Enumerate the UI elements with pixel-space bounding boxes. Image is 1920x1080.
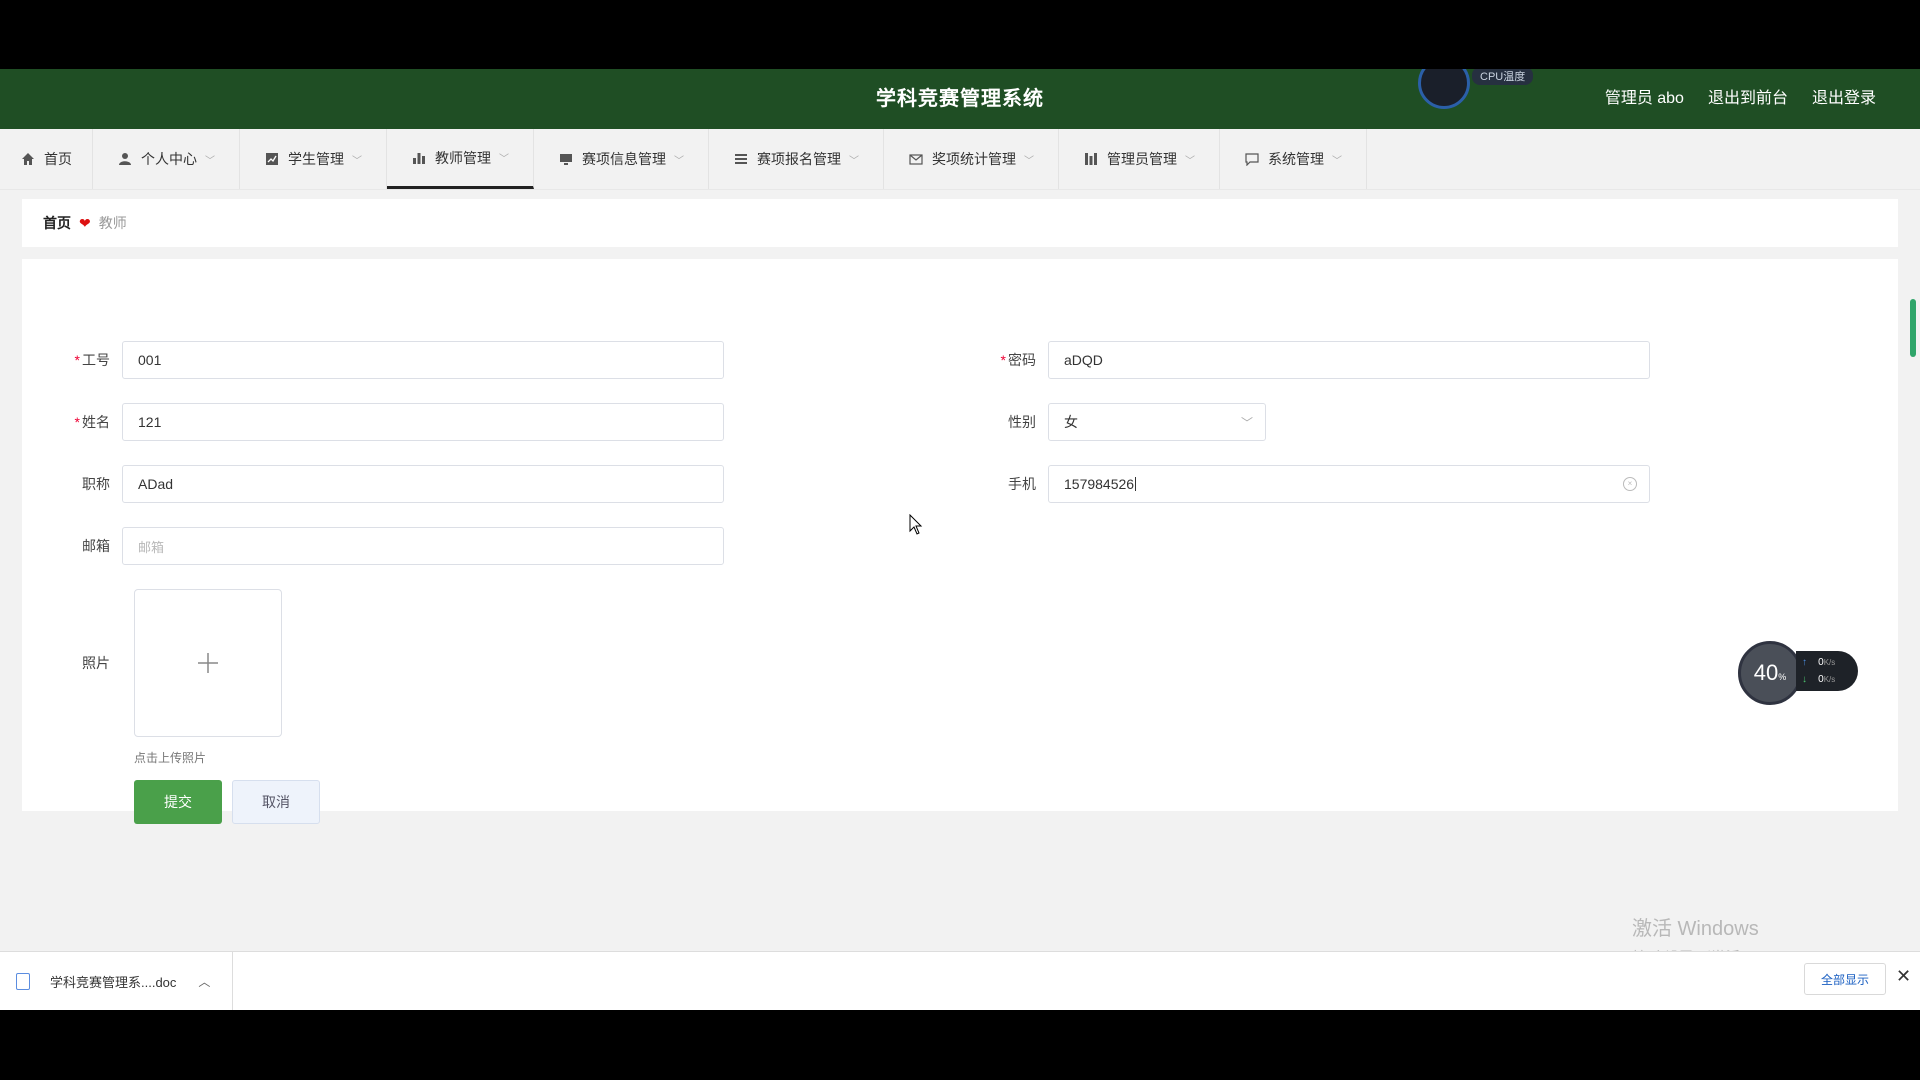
youxiang-label: 邮箱 — [82, 538, 110, 554]
mima-input[interactable]: aDQD — [1048, 341, 1650, 379]
chevron-down-icon: ﹀ — [1332, 155, 1342, 167]
usage-percent: 40 — [1753, 660, 1779, 685]
nav-item-admins[interactable]: 管理员管理 ﹀ — [1059, 129, 1220, 189]
nav-label: 首页 — [44, 151, 72, 167]
nav-item-registration[interactable]: 赛项报名管理 ﹀ — [709, 129, 884, 189]
close-icon[interactable]: ✕ — [1896, 966, 1911, 987]
download-arrow-icon: ↓ — [1802, 674, 1807, 685]
document-icon — [16, 972, 30, 990]
gonghao-input[interactable]: 001 — [122, 341, 724, 379]
xingbie-value: 女 — [1064, 414, 1078, 430]
xingming-input[interactable]: 121 — [122, 403, 724, 441]
clear-icon[interactable]: × — [1623, 477, 1637, 491]
zhaopian-label: 照片 — [82, 655, 110, 671]
chevron-down-icon: ﹀ — [205, 155, 215, 167]
breadcrumb-current: 教师 — [98, 215, 127, 231]
upload-unit: K/s — [1823, 658, 1836, 667]
chevron-down-icon: ﹀ — [1024, 155, 1034, 167]
nav-label: 管理员管理 — [1107, 151, 1177, 167]
xingming-field: * 姓名 121 — [42, 403, 724, 441]
mail-icon — [908, 151, 924, 167]
nav-label: 系统管理 — [1268, 151, 1324, 167]
nav-label: 教师管理 — [435, 149, 491, 166]
nav-item-personal[interactable]: 个人中心 ﹀ — [93, 129, 240, 189]
chevron-down-icon: ﹀ — [1185, 155, 1195, 167]
monitor-icon — [558, 151, 574, 167]
nav-label: 学生管理 — [288, 151, 344, 167]
xingbie-select[interactable]: 女 ﹀ — [1048, 403, 1266, 441]
shouji-field: 手机 157984526 × — [968, 465, 1650, 503]
mima-field: * 密码 aDQD — [968, 341, 1650, 379]
mouse-cursor-icon — [909, 514, 923, 535]
nav-item-home[interactable]: 首页 — [0, 129, 93, 189]
list-icon — [733, 151, 749, 167]
download-filename: 学科竞赛管理系....doc — [50, 974, 177, 990]
nav-item-teachers[interactable]: 教师管理 ﹀ — [387, 129, 534, 189]
nav-label: 个人中心 — [141, 151, 197, 167]
bar-chart-icon — [411, 150, 427, 166]
zhicheng-field: 职称 ADad — [42, 465, 724, 503]
breadcrumb-home[interactable]: 首页 — [43, 213, 71, 233]
nav-item-students[interactable]: 学生管理 ﹀ — [240, 129, 387, 189]
header-links: 管理员 abo 退出到前台 退出登录 — [1605, 69, 1876, 129]
net-speed-panel: ↑ 0K/s ↓ 0K/s — [1796, 651, 1858, 691]
show-all-button[interactable]: 全部显示 — [1804, 963, 1886, 995]
user-icon — [117, 151, 133, 167]
chevron-down-icon: ﹀ — [674, 155, 684, 167]
columns-icon — [1083, 151, 1099, 167]
nav-item-system[interactable]: 系统管理 ﹀ — [1220, 129, 1367, 189]
logout-link[interactable]: 退出登录 — [1812, 69, 1876, 129]
download-bar: 学科竞赛管理系....doc ︿ 全部显示 ✕ — [0, 951, 1920, 1010]
nav-label: 奖项统计管理 — [932, 151, 1016, 167]
nav-item-competition-info[interactable]: 赛项信息管理 ﹀ — [534, 129, 709, 189]
cancel-button[interactable]: 取消 — [232, 780, 320, 824]
nav-label: 赛项信息管理 — [582, 151, 666, 167]
plus-icon — [198, 653, 218, 673]
usage-gauge: 40% — [1738, 641, 1802, 705]
teacher-form: * 工号 001 * 密码 aDQD * 姓名 121 性别 女 ﹀ 职称 ADad … — [22, 259, 1898, 824]
nav-item-awards[interactable]: 奖项统计管理 ﹀ — [884, 129, 1059, 189]
chat-icon — [1244, 151, 1260, 167]
download-item[interactable]: 学科竞赛管理系....doc ︿ — [0, 952, 233, 1010]
chart-line-icon — [264, 151, 280, 167]
cpu-label: CPU温度 — [1472, 69, 1534, 85]
main-nav: 首页 个人中心 ﹀ 学生管理 ﹀ 教师管理 ﹀ 赛项信息管理 ﹀ 赛项报名管理 … — [0, 129, 1920, 190]
top-header: 学科竞赛管理系统 CPU温度 管理员 abo 退出到前台 退出登录 — [0, 69, 1920, 129]
chevron-down-icon: ﹀ — [849, 155, 859, 167]
chevron-down-icon: ﹀ — [352, 155, 362, 167]
download-unit: K/s — [1823, 675, 1836, 684]
shouji-value: 157984526 — [1064, 476, 1135, 492]
upload-hint: 点击上传照片 — [134, 751, 207, 765]
home-icon — [20, 151, 36, 167]
chevron-up-icon[interactable]: ︿ — [198, 973, 210, 990]
chevron-down-icon: ﹀ — [1240, 416, 1253, 430]
usage-unit: % — [1778, 672, 1787, 682]
zhicheng-input[interactable]: ADad — [122, 465, 724, 503]
breadcrumb: 首页 ❤ 教师 — [22, 199, 1898, 247]
gonghao-label: * 工号 — [74, 352, 110, 368]
scrollbar-thumb[interactable] — [1910, 299, 1916, 357]
nav-label: 赛项报名管理 — [757, 151, 841, 167]
zhaopian-field: 照片 — [42, 653, 122, 673]
upload-arrow-icon: ↑ — [1802, 657, 1807, 668]
zhicheng-label: 职称 — [82, 476, 110, 492]
photo-upload[interactable] — [134, 589, 282, 737]
youxiang-field: 邮箱 邮箱 — [42, 527, 724, 565]
shouji-input[interactable]: 157984526 × — [1048, 465, 1650, 503]
heart-icon: ❤ — [79, 214, 91, 231]
xingbie-field: 性别 女 ﹀ — [968, 403, 1266, 441]
youxiang-input[interactable]: 邮箱 — [122, 527, 724, 565]
admin-name: 管理员 abo — [1604, 90, 1684, 107]
gonghao-field: * 工号 001 — [42, 341, 724, 379]
xingming-label: * 姓名 — [74, 414, 110, 430]
app-screen: 学科竞赛管理系统 CPU温度 管理员 abo 退出到前台 退出登录 首页 个人中… — [0, 69, 1920, 1010]
xingbie-label: 性别 — [1008, 414, 1036, 430]
watermark-line1: 激活 Windows — [1632, 918, 1759, 940]
submit-button[interactable]: 提交 — [134, 780, 222, 824]
chevron-down-icon: ﹀ — [499, 154, 509, 165]
back-to-frontend-link[interactable]: 退出到前台 — [1708, 69, 1788, 129]
shouji-label: 手机 — [1008, 476, 1036, 492]
mima-label: * 密码 — [1000, 352, 1036, 368]
